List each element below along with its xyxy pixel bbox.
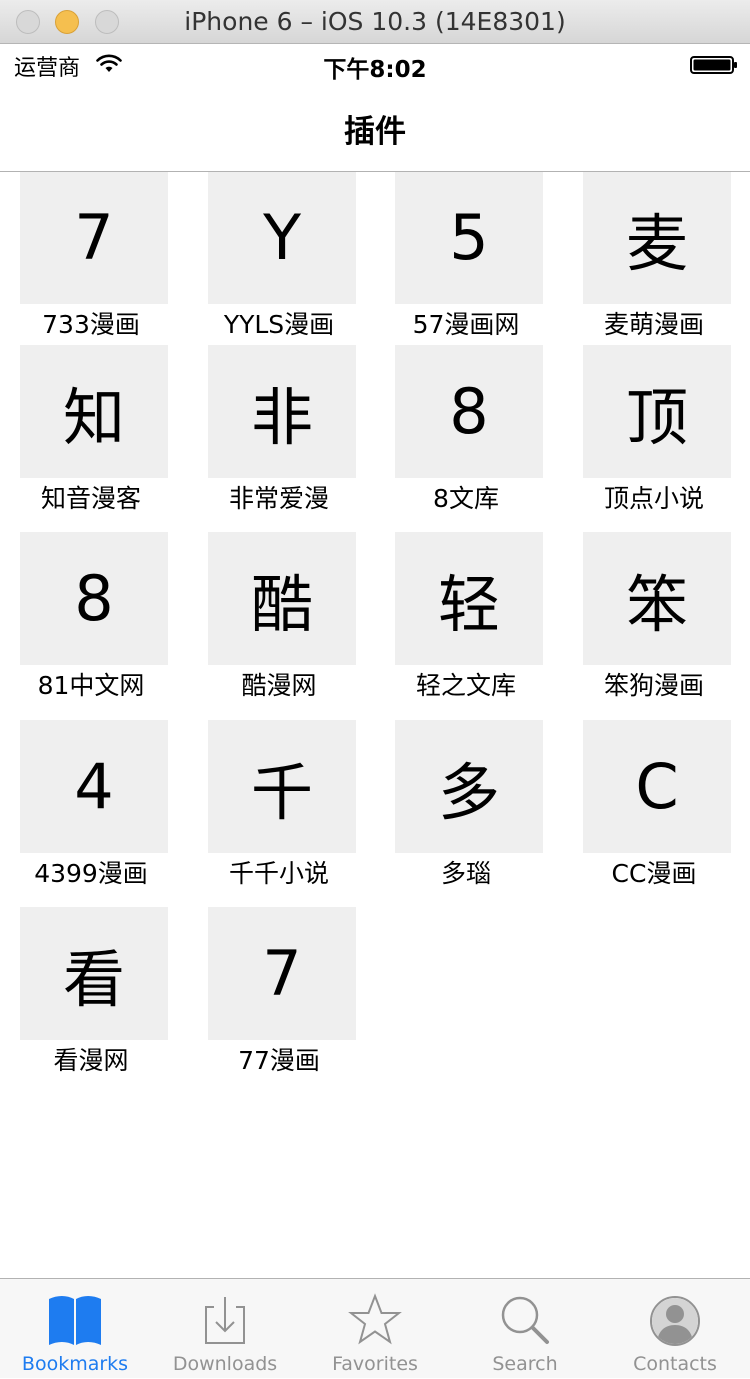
plugin-label: 笨狗漫画 bbox=[603, 671, 704, 700]
status-time: 下午8:02 bbox=[323, 57, 427, 83]
plugin-label: 多瑙 bbox=[440, 859, 491, 888]
plugin-icon-tile[interactable]: 麦 bbox=[583, 172, 731, 304]
plugin-label: 知音漫客 bbox=[40, 484, 141, 513]
plugin-label: 千千小说 bbox=[228, 859, 329, 888]
tab-search[interactable]: Search bbox=[450, 1279, 600, 1379]
tab-bookmarks[interactable]: Bookmarks bbox=[0, 1279, 150, 1379]
plugin-icon-tile[interactable]: C bbox=[583, 720, 731, 853]
plugin-icon-tile[interactable]: 非 bbox=[208, 345, 356, 478]
plugin-icon-tile[interactable]: 酷 bbox=[208, 532, 356, 665]
plugin-item[interactable]: 7 733漫画 bbox=[0, 172, 188, 359]
plugin-item[interactable]: 多多瑙 bbox=[375, 720, 563, 908]
plugin-label: 8文库 bbox=[433, 484, 499, 513]
plugin-icon-tile[interactable]: 顶 bbox=[583, 345, 731, 478]
plugin-label: 733漫画 bbox=[42, 310, 140, 339]
tab-label-favorites: Favorites bbox=[332, 1353, 418, 1375]
plugin-label: 轻之文库 bbox=[415, 671, 516, 700]
plugin-item[interactable]: 非非常爱漫 bbox=[188, 345, 376, 533]
tab-favorites[interactable]: Favorites bbox=[300, 1279, 450, 1379]
tab-bar: Bookmarks Downloads Favorites Search Con… bbox=[0, 1278, 750, 1378]
plugin-label: 顶点小说 bbox=[603, 484, 704, 513]
simulator-title-bar: iPhone 6 – iOS 10.3 (14E8301) bbox=[0, 0, 750, 44]
plugin-icon-tile[interactable]: 8 bbox=[395, 345, 543, 478]
status-bar: 运营商 下午8:02 bbox=[0, 44, 750, 84]
plugin-item[interactable]: 笨笨狗漫画 bbox=[563, 532, 750, 720]
plugin-grid: 7 733漫画 Y YYLS漫画 5 57漫画网麦麦萌漫画知知音漫客非非常爱漫 8 8文库顶顶… bbox=[0, 172, 750, 1278]
plugin-item[interactable]: Y YYLS漫画 bbox=[188, 172, 376, 359]
plugin-item[interactable]: 7 77漫画 bbox=[188, 907, 376, 1095]
plugin-label: CC漫画 bbox=[611, 859, 697, 888]
plugin-item[interactable]: 8 81中文网 bbox=[0, 532, 188, 720]
plugin-icon-tile[interactable]: 看 bbox=[20, 907, 168, 1040]
favorites-icon bbox=[348, 1293, 402, 1345]
plugin-item[interactable]: 看看漫网 bbox=[0, 907, 188, 1095]
page-title: 插件 bbox=[344, 114, 406, 150]
plugin-item[interactable]: 顶顶点小说 bbox=[563, 345, 750, 533]
plugin-item[interactable]: 千千千小说 bbox=[188, 720, 376, 908]
plugin-icon-tile[interactable]: 千 bbox=[208, 720, 356, 853]
window-title: iPhone 6 – iOS 10.3 (14E8301) bbox=[184, 7, 566, 36]
plugin-icon-tile[interactable]: 知 bbox=[20, 345, 168, 478]
tab-label-search: Search bbox=[492, 1353, 558, 1375]
tab-label-bookmarks: Bookmarks bbox=[21, 1353, 129, 1375]
plugin-label: 非常爱漫 bbox=[228, 484, 329, 513]
plugin-label: 57漫画网 bbox=[412, 310, 520, 339]
plugin-item[interactable]: 酷酷漫网 bbox=[188, 532, 376, 720]
plugin-label: 麦萌漫画 bbox=[603, 310, 704, 339]
plugin-item[interactable]: 麦麦萌漫画 bbox=[563, 172, 750, 359]
bookmarks-icon bbox=[49, 1296, 101, 1345]
tab-contacts[interactable]: Contacts bbox=[600, 1279, 750, 1379]
contacts-icon bbox=[650, 1296, 700, 1346]
plugin-item[interactable]: 轻轻之文库 bbox=[375, 532, 563, 720]
navigation-bar: 插件 bbox=[0, 84, 750, 172]
battery-icon bbox=[690, 56, 737, 74]
plugin-label: 81中文网 bbox=[37, 671, 145, 700]
plugin-item[interactable]: 4 4399漫画 bbox=[0, 720, 188, 908]
downloads-icon bbox=[205, 1297, 245, 1344]
plugin-icon-tile[interactable]: 8 bbox=[20, 532, 168, 665]
plugin-label: 77漫画 bbox=[238, 1046, 320, 1075]
plugin-icon-tile[interactable]: 轻 bbox=[395, 532, 543, 665]
plugin-item[interactable]: 知知音漫客 bbox=[0, 345, 188, 533]
plugin-icon-tile[interactable]: 7 bbox=[208, 907, 356, 1040]
plugin-icon-tile[interactable]: Y bbox=[208, 172, 356, 304]
plugin-icon-tile[interactable]: 4 bbox=[20, 720, 168, 853]
plugin-item[interactable]: C CC漫画 bbox=[563, 720, 750, 908]
plugin-label: YYLS漫画 bbox=[223, 310, 335, 339]
plugin-item[interactable]: 5 57漫画网 bbox=[375, 172, 563, 359]
plugin-icon-tile[interactable]: 7 bbox=[20, 172, 168, 304]
plugin-label: 酷漫网 bbox=[241, 671, 317, 700]
plugin-item[interactable]: 8 8文库 bbox=[375, 345, 563, 533]
plugin-icon-tile[interactable]: 笨 bbox=[583, 532, 731, 665]
search-icon bbox=[501, 1296, 549, 1344]
plugin-icon-tile[interactable]: 5 bbox=[395, 172, 543, 304]
tab-downloads[interactable]: Downloads bbox=[150, 1279, 300, 1379]
plugin-icon-tile[interactable]: 多 bbox=[395, 720, 543, 853]
plugin-label: 4399漫画 bbox=[34, 859, 148, 888]
tab-label-downloads: Downloads bbox=[172, 1353, 278, 1375]
plugin-label: 看漫网 bbox=[53, 1046, 129, 1075]
tab-label-contacts: Contacts bbox=[633, 1353, 717, 1375]
